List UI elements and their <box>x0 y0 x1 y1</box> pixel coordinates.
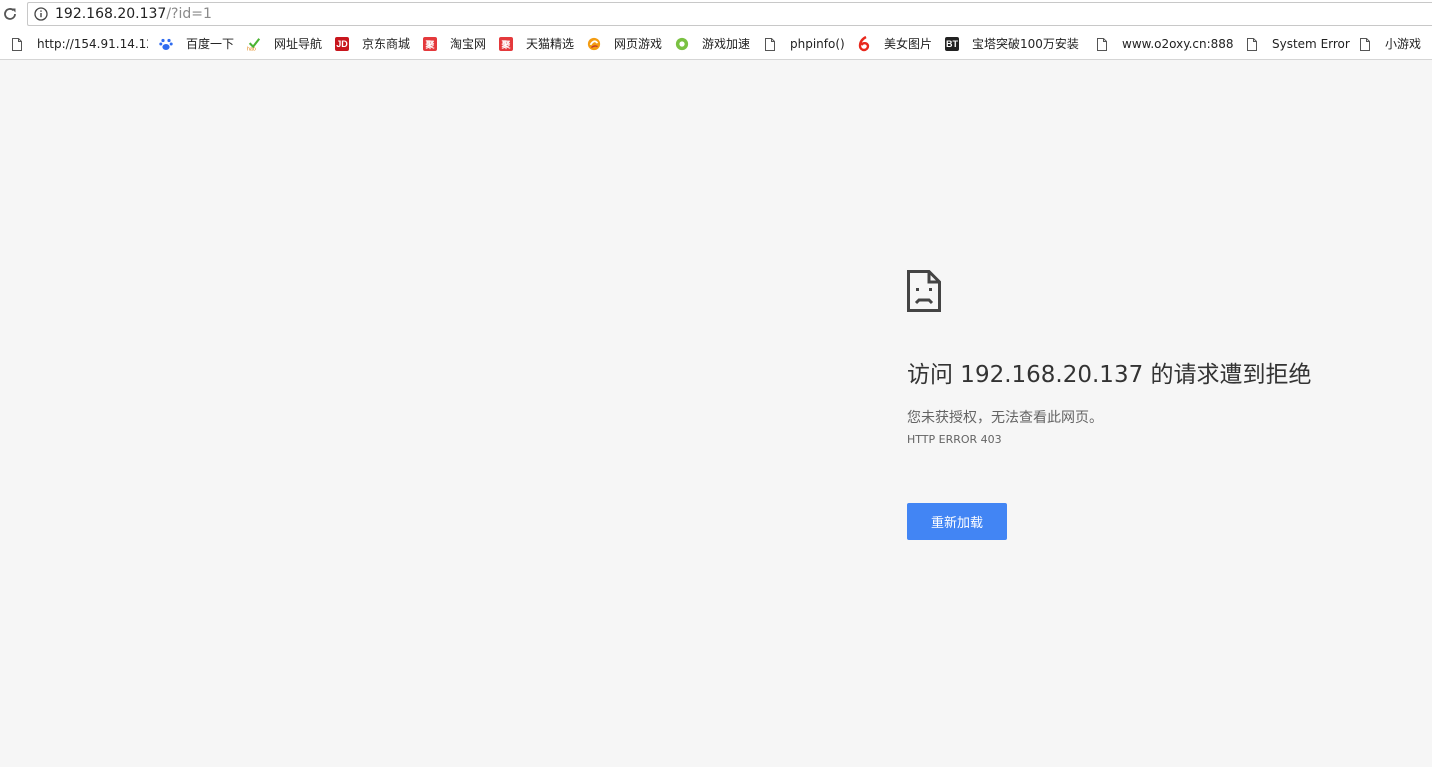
bookmark-label: 网页游戏 <box>614 37 663 51</box>
bookmark-item[interactable]: 聚 淘宝网 <box>423 36 486 52</box>
bookmark-label: 京东商城 <box>362 37 411 51</box>
reload-icon[interactable] <box>2 6 18 22</box>
bookmark-label: 美女图片 <box>884 37 933 51</box>
bookmark-item[interactable]: System Error <box>1245 36 1350 52</box>
bookmarks-bar: http://154.91.14.12 百度一下 hao 网址导航 JD 京东商… <box>0 29 1432 60</box>
bookmark-label: 百度一下 <box>186 37 235 51</box>
jd-icon: JD <box>335 36 349 52</box>
url-text[interactable]: 192.168.20.137/?id=1 <box>55 5 212 23</box>
address-bar[interactable]: 192.168.20.137/?id=1 <box>27 2 1432 26</box>
bookmark-item[interactable]: 百度一下 <box>159 36 234 52</box>
reload-button[interactable]: 重新加载 <box>907 503 1007 540</box>
bt-icon: BT <box>945 36 959 52</box>
bookmark-item[interactable]: 小游戏 <box>1358 36 1432 52</box>
error-message: 您未获授权，无法查看此网页。 <box>907 410 1103 426</box>
bookmark-item[interactable]: 聚 天猫精选 <box>499 36 574 52</box>
page-icon <box>1245 36 1259 52</box>
url-host: 192.168.20.137 <box>55 6 167 22</box>
page-icon <box>1358 36 1372 52</box>
bookmark-item[interactable]: JD 京东商城 <box>335 36 410 52</box>
ju-badge: 聚 <box>499 37 513 51</box>
error-title: 访问 192.168.20.137 的请求遭到拒绝 <box>907 362 1312 388</box>
sad-page-icon <box>907 270 941 312</box>
bookmark-item[interactable]: www.o2oxy.cn:888 <box>1095 36 1235 52</box>
page-icon <box>10 36 24 52</box>
jd-badge: JD <box>335 37 349 51</box>
weibo-like-icon <box>857 36 871 52</box>
page-icon <box>1095 36 1109 52</box>
bt-badge: BT <box>945 37 959 51</box>
page-icon <box>763 36 777 52</box>
bookmark-label: phpinfo() <box>790 37 845 51</box>
bookmark-item[interactable]: hao 网址导航 <box>247 36 322 52</box>
bookmark-item[interactable]: http://154.91.14.12 <box>10 36 148 52</box>
info-icon[interactable] <box>34 7 48 21</box>
bookmark-label: System Error <box>1272 37 1350 51</box>
bookmark-item[interactable]: 网页游戏 <box>587 36 662 52</box>
ju-icon: 聚 <box>423 36 437 52</box>
bookmark-label: 网址导航 <box>274 37 323 51</box>
bookmark-label: 宝塔突破100万安装 <box>972 37 1079 51</box>
ju-badge: 聚 <box>423 37 437 51</box>
url-path: /?id=1 <box>166 6 212 22</box>
bookmark-item[interactable]: BT 宝塔突破100万安装 <box>945 36 1085 52</box>
bookmark-label: 天猫精选 <box>526 37 575 51</box>
svg-text:hao: hao <box>247 47 256 52</box>
bookmark-item[interactable]: 游戏加速 <box>675 36 750 52</box>
bookmark-item[interactable]: 美女图片 <box>857 36 932 52</box>
bookmark-label: 游戏加速 <box>702 37 751 51</box>
ju-icon: 聚 <box>499 36 513 52</box>
baidu-paw-icon <box>159 36 173 52</box>
bookmark-item[interactable]: phpinfo() <box>763 36 845 52</box>
bookmark-label: 淘宝网 <box>450 37 487 51</box>
error-code: HTTP ERROR 403 <box>907 433 1002 446</box>
browser-toolbar: 192.168.20.137/?id=1 <box>0 0 1432 29</box>
game-swirl-icon <box>587 36 601 52</box>
speedup-icon <box>675 36 689 52</box>
bookmark-label: http://154.91.14.12 <box>37 37 148 51</box>
bookmark-label: www.o2oxy.cn:888 <box>1122 37 1234 51</box>
hao-icon: hao <box>247 36 261 52</box>
bookmark-label: 小游戏 <box>1385 37 1422 51</box>
